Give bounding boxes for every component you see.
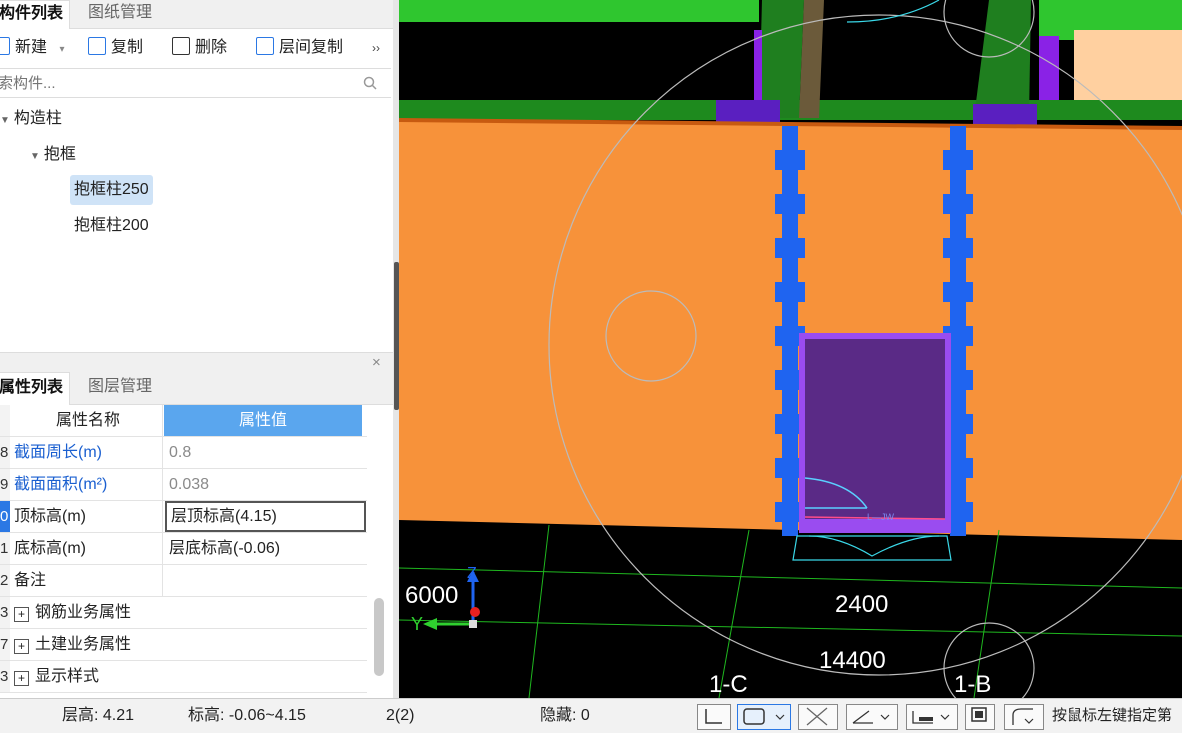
- property-row-selected[interactable]: 0 顶标高(m) 层顶标高(4.15): [0, 501, 367, 533]
- gizmo-x-axis: [470, 607, 480, 617]
- dim-2400: 2400: [835, 591, 888, 618]
- component-toolbar: 新建 ▾ 复制 删除 层间复制 ››: [0, 30, 393, 66]
- new-button[interactable]: 新建 ▾: [0, 36, 65, 60]
- delete-button[interactable]: 删除: [172, 36, 227, 60]
- close-icon[interactable]: ×: [372, 354, 381, 371]
- axis-label-1b: 1-B: [954, 671, 991, 698]
- property-value-header: 属性值: [164, 405, 362, 436]
- property-group-row[interactable]: 7 + 土建业务属性: [0, 629, 367, 661]
- more-button[interactable]: ››: [372, 36, 380, 60]
- header-index-cell: [0, 405, 10, 436]
- snap-rect-button[interactable]: [737, 704, 791, 730]
- purple-cap-right: [973, 104, 1037, 126]
- floor-copy-icon: [256, 37, 274, 55]
- floor-copy-button[interactable]: 层间复制: [256, 36, 343, 60]
- expand-icon[interactable]: +: [14, 607, 29, 622]
- property-row[interactable]: 9 截面面积(m²) 0.038: [0, 469, 367, 501]
- tree-group[interactable]: ▼ 抱框: [30, 140, 76, 170]
- status-bar: 层高: 4.21 标高: -0.06~4.15 2(2) 隐藏: 0 按鼠标左键…: [0, 698, 1182, 733]
- offset-button[interactable]: [906, 704, 958, 730]
- property-name-header: 属性名称: [14, 405, 163, 436]
- arc-button[interactable]: [1004, 704, 1044, 730]
- gizmo-y-label: Y: [411, 614, 423, 634]
- ortho-button[interactable]: [697, 704, 731, 730]
- command-hint: 按鼠标左键指定第: [1052, 707, 1173, 724]
- expand-icon[interactable]: +: [14, 639, 29, 654]
- property-scrollbar[interactable]: [374, 598, 384, 676]
- property-header: 属性名称 属性值: [0, 405, 367, 437]
- component-tabbar: 构件列表 图纸管理: [0, 0, 393, 29]
- angle-icon: [852, 710, 890, 724]
- floor-height-status: 层高: 4.21: [62, 707, 135, 724]
- cross-button[interactable]: [798, 704, 838, 730]
- property-row[interactable]: 8 截面周长(m) 0.8: [0, 437, 367, 469]
- cross-icon: [806, 707, 828, 726]
- tab-component-list[interactable]: 构件列表: [0, 0, 71, 29]
- panel-divider: ×: [0, 352, 393, 373]
- monitor-icon: [971, 707, 987, 722]
- viewport-3d[interactable]: L—JW 6000 2400 14400 1-C 1-B Z Y: [399, 0, 1182, 698]
- tab-layer-manage[interactable]: 图层管理: [82, 372, 158, 404]
- tab-drawing-manage[interactable]: 图纸管理: [82, 0, 158, 28]
- property-row[interactable]: 2 备注: [0, 565, 367, 597]
- component-panel: 构件列表 图纸管理 新建 ▾ 复制 删除 层间复制 ›› ▼构造柱 ▼抱框 抱框…: [0, 0, 393, 698]
- tree-item-selected[interactable]: 抱框柱250: [70, 175, 153, 205]
- door-label: L—JW: [867, 512, 895, 522]
- property-row[interactable]: 1 底标高(m) 层底标高(-0.06): [0, 533, 367, 565]
- caret-down-icon: ▼: [0, 115, 10, 126]
- gizmo-origin: [469, 620, 477, 628]
- property-tabbar: 属性列表 图层管理: [0, 372, 393, 405]
- top-elevation-input[interactable]: 层顶标高(4.15): [165, 501, 366, 532]
- dropdown-arrow-icon: ▾: [59, 44, 65, 55]
- caret-down-icon: ▼: [30, 151, 40, 162]
- selection-count-status: 2(2): [386, 707, 415, 724]
- tree-item[interactable]: 抱框柱200: [74, 211, 149, 241]
- gizmo-z-label: Z: [467, 565, 477, 582]
- offset-icon: [912, 711, 950, 724]
- copy-icon: [88, 37, 106, 55]
- rect-snap-icon: [743, 708, 785, 725]
- new-icon: [0, 37, 10, 55]
- ortho-icon: [705, 709, 722, 724]
- expand-icon[interactable]: +: [14, 671, 29, 686]
- angle-button[interactable]: [846, 704, 898, 730]
- purple-strip: [754, 30, 762, 100]
- axis-label-1c: 1-C: [709, 671, 748, 698]
- dim-6000: 6000: [405, 582, 458, 609]
- search-input[interactable]: [0, 69, 350, 97]
- elevation-status: 标高: -0.06~4.15: [188, 707, 306, 724]
- door-panel: [805, 339, 945, 519]
- display-button[interactable]: [965, 704, 995, 730]
- search-bar: [0, 68, 391, 98]
- dim-14400: 14400: [819, 647, 886, 674]
- tab-property-list[interactable]: 属性列表: [0, 372, 71, 405]
- property-group-row[interactable]: 3 + 钢筋业务属性: [0, 597, 367, 629]
- purple-cap-left: [716, 100, 780, 122]
- tree-root[interactable]: ▼ 构造柱: [0, 104, 62, 134]
- trash-icon: [172, 37, 190, 55]
- copy-button[interactable]: 复制: [88, 36, 143, 60]
- hidden-count-status: 隐藏: 0: [540, 707, 590, 724]
- green-slab-left: [399, 0, 759, 22]
- search-icon[interactable]: [363, 76, 377, 90]
- arc-icon: [1012, 708, 1034, 725]
- property-group-row[interactable]: 3 + 显示样式: [0, 661, 367, 693]
